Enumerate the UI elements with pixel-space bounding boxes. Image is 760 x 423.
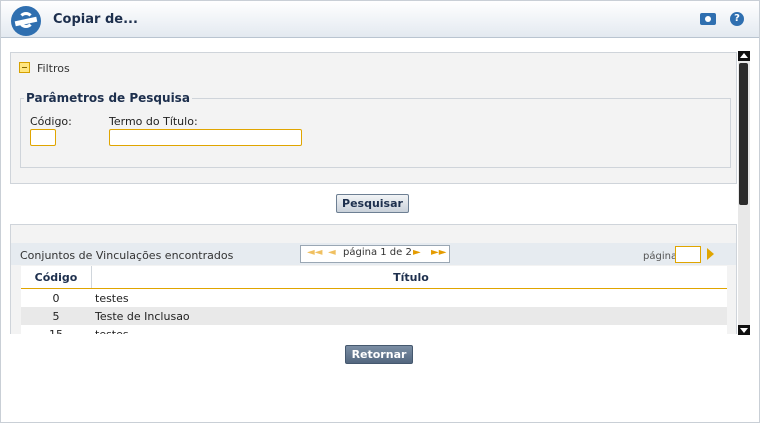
next-page-icon[interactable]: ► (413, 247, 421, 258)
codigo-input[interactable] (30, 129, 56, 146)
title-bar: Copiar de... ? (1, 1, 759, 38)
column-header-titulo[interactable]: Título (95, 271, 727, 284)
scroll-content: Filtros Parâmetros de Pesquisa Código: T… (10, 52, 737, 334)
go-page-icon[interactable] (707, 248, 714, 260)
search-button[interactable]: Pesquisar (336, 194, 409, 213)
prev-page-icon[interactable]: ◄ (328, 247, 336, 258)
scroll-down-icon[interactable] (738, 325, 750, 335)
filters-label: Filtros (37, 62, 70, 75)
pager: ◄◄ ◄ página 1 de 2 ► ►► (300, 245, 450, 263)
filters-panel: Filtros Parâmetros de Pesquisa Código: T… (10, 52, 737, 184)
cell-codigo: 0 (52, 292, 60, 305)
cell-titulo: Teste de Inclusao (95, 310, 190, 323)
cell-titulo: testes (95, 328, 727, 334)
results-caption: Conjuntos de Vinculações encontrados (20, 249, 234, 262)
cell-codigo: 5 (52, 310, 60, 323)
table-header: Código Título (21, 266, 727, 289)
page-indicator: página 1 de 2 (343, 247, 412, 258)
results-table: Código Título 0 testes 5 Teste de Inclus… (21, 266, 727, 334)
page-label: página (643, 251, 678, 262)
help-icon[interactable]: ? (730, 12, 744, 26)
column-header-codigo[interactable]: Código (21, 271, 91, 284)
filters-toggle[interactable]: Filtros (19, 62, 70, 75)
table-row[interactable]: 15 testes (21, 325, 727, 334)
last-page-icon[interactable]: ►► (431, 247, 446, 258)
dialog-title: Copiar de... (53, 12, 138, 27)
vertical-scrollbar[interactable] (738, 51, 750, 335)
termo-titulo-input[interactable] (109, 129, 302, 146)
results-panel: Conjuntos de Vinculações encontrados ◄◄ … (10, 224, 737, 334)
dialog-window: Copiar de... ? Filtros Parâmetros de Pes… (0, 0, 760, 423)
table-row[interactable]: 5 Teste de Inclusao (21, 307, 727, 325)
results-header: Conjuntos de Vinculações encontrados ◄◄ … (11, 243, 736, 265)
table-body: 0 testes 5 Teste de Inclusao 15 testes (21, 289, 727, 334)
collapse-toggle-icon[interactable] (19, 62, 30, 73)
codigo-label: Código: (30, 115, 72, 128)
first-page-icon[interactable]: ◄◄ (307, 247, 322, 258)
scroll-up-icon[interactable] (738, 51, 750, 61)
page-input[interactable] (675, 246, 701, 263)
back-button[interactable]: Retornar (345, 345, 413, 364)
siafi-logo-icon (11, 6, 41, 36)
cell-titulo: testes (95, 292, 129, 305)
search-params-legend: Parâmetros de Pesquisa (24, 91, 192, 105)
table-row[interactable]: 0 testes (21, 289, 727, 307)
cell-codigo: 15 (21, 328, 91, 334)
scroll-thumb[interactable] (739, 63, 748, 205)
termo-titulo-label: Termo do Título: (109, 115, 198, 128)
camera-icon[interactable] (700, 13, 716, 25)
column-divider (91, 266, 92, 288)
